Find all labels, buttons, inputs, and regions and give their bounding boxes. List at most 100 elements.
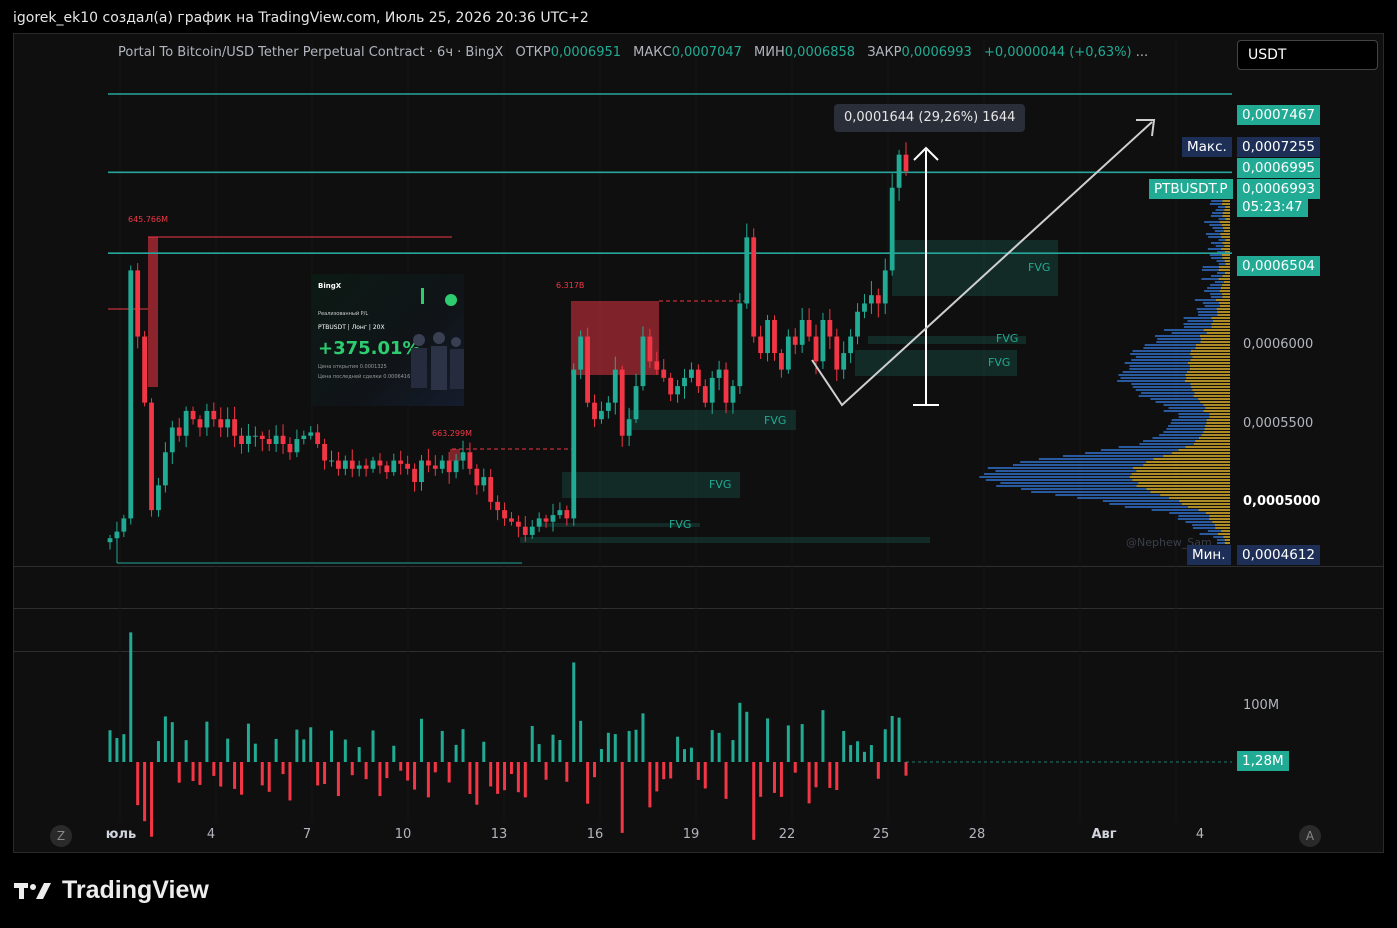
volume-profile-bar [1124, 362, 1188, 364]
volume-profile-bar [1221, 236, 1230, 238]
volume-profile-bar [1012, 464, 1144, 466]
candle-body [605, 402, 611, 411]
volume-profile-bar [1159, 434, 1202, 436]
volume-bar [717, 732, 721, 762]
candle-body [322, 444, 327, 461]
volume-bar [772, 762, 776, 793]
candle-body [232, 419, 237, 436]
fvg-label: FVG [988, 356, 1010, 369]
candle-body [765, 320, 770, 354]
volume-profile-bar [1031, 491, 1151, 493]
candle-body [107, 538, 113, 543]
volume-profile-bar [1224, 539, 1230, 541]
candle-body [176, 427, 182, 436]
volume-profile-bar [1204, 221, 1220, 223]
candle-body [813, 336, 819, 362]
tradingview-logo[interactable]: TradingView [14, 876, 209, 905]
currency-selector[interactable]: USDT [1237, 40, 1378, 70]
volume-profile-bar [1178, 416, 1210, 418]
volume-bar [593, 762, 597, 778]
volume-profile-bar [1102, 500, 1180, 502]
candle-body [266, 439, 272, 444]
volume-profile-bar [1141, 392, 1195, 394]
last-price-tag: 0,0006993 [1237, 179, 1321, 199]
auto-scale-button[interactable]: A [1299, 825, 1321, 847]
candle-body [370, 460, 376, 469]
volume-profile-bar [1223, 281, 1230, 283]
candle-body [342, 460, 348, 469]
date-axis-label: 25 [872, 827, 890, 842]
volume-profile-bar [1085, 452, 1173, 454]
volume-bar [710, 730, 714, 762]
candle-body [460, 452, 466, 461]
symbol-title[interactable]: Portal To Bitcoin/USD Tether Perpetual C… [118, 45, 503, 60]
volume-profile-bar [1217, 314, 1230, 316]
volume-bar [461, 729, 465, 762]
volume-profile-bar [1143, 440, 1196, 442]
volume-bar [572, 662, 576, 762]
volume-bar [433, 762, 437, 773]
volume-bar [503, 762, 507, 791]
volume-profile-bar [1225, 239, 1230, 241]
volume-profile-bar [1222, 200, 1230, 202]
volume-profile-bar [1187, 506, 1230, 508]
candle-body [841, 353, 847, 370]
volume-profile-bar [1168, 407, 1206, 409]
candle-body [509, 518, 514, 522]
volume-bar [115, 738, 119, 762]
candle-body [654, 361, 660, 370]
brand-name: TradingView [62, 876, 209, 904]
volume-profile-bar [1168, 425, 1206, 427]
candle-body [619, 369, 625, 436]
volume-profile-bar [1206, 332, 1230, 334]
open-value: 0,0006951 [550, 45, 622, 60]
candle-body [197, 419, 203, 428]
candle-body [446, 460, 452, 473]
date-axis-label: 7 [302, 827, 312, 842]
volume-profile-bar [995, 470, 1137, 472]
candle-body [827, 320, 833, 337]
legend-more[interactable]: ... [1136, 45, 1148, 60]
symbol-tag[interactable]: PTBUSDT.P [1149, 179, 1233, 199]
volume-profile-bar [1171, 419, 1207, 421]
volume-profile-bar [1218, 263, 1226, 265]
volume-bar [779, 762, 783, 797]
supply-zone [450, 449, 460, 461]
volume-profile-bar [1214, 524, 1230, 526]
volume-profile-bar [1207, 287, 1221, 289]
candle-body [647, 336, 653, 362]
volume-bar [683, 749, 687, 762]
volume-bar [343, 739, 347, 762]
volume-profile-bar [1216, 542, 1225, 544]
volume-profile-bar [1219, 305, 1230, 307]
volume-profile-bar [1118, 446, 1186, 448]
volume-profile-bar [1187, 320, 1213, 322]
volume-profile-bar [1120, 377, 1187, 379]
volume-bar [869, 745, 873, 762]
volume-profile-bar [1129, 365, 1190, 367]
volume-profile-bar [1138, 482, 1230, 484]
volume-profile-bar [1185, 521, 1213, 523]
volume-profile-bar [1190, 350, 1230, 352]
volume-profile-bar [1218, 218, 1226, 220]
volume-profile-bar [1195, 347, 1230, 349]
candle-body [315, 432, 321, 444]
volume-bar [295, 729, 299, 762]
volume-bar [565, 762, 569, 782]
volume-profile-bar [1222, 284, 1230, 286]
volume-profile-bar [1210, 242, 1223, 244]
volume-bar [233, 762, 237, 789]
volume-bar [689, 747, 693, 762]
volume-bar [350, 762, 354, 776]
volume-profile-bar [1198, 437, 1230, 439]
volume-profile-bar [1210, 284, 1223, 286]
volume-profile-bar [1219, 302, 1230, 304]
volume-bar [281, 762, 285, 775]
volume-profile-bar [1201, 434, 1230, 436]
volume-profile-bar [1100, 449, 1179, 451]
volume-profile-bar [1221, 254, 1230, 256]
volume-profile-bar [1215, 299, 1230, 301]
candle-body [695, 369, 701, 387]
zoom-reset-button[interactable]: Z [50, 825, 72, 847]
candle-body [834, 336, 840, 370]
